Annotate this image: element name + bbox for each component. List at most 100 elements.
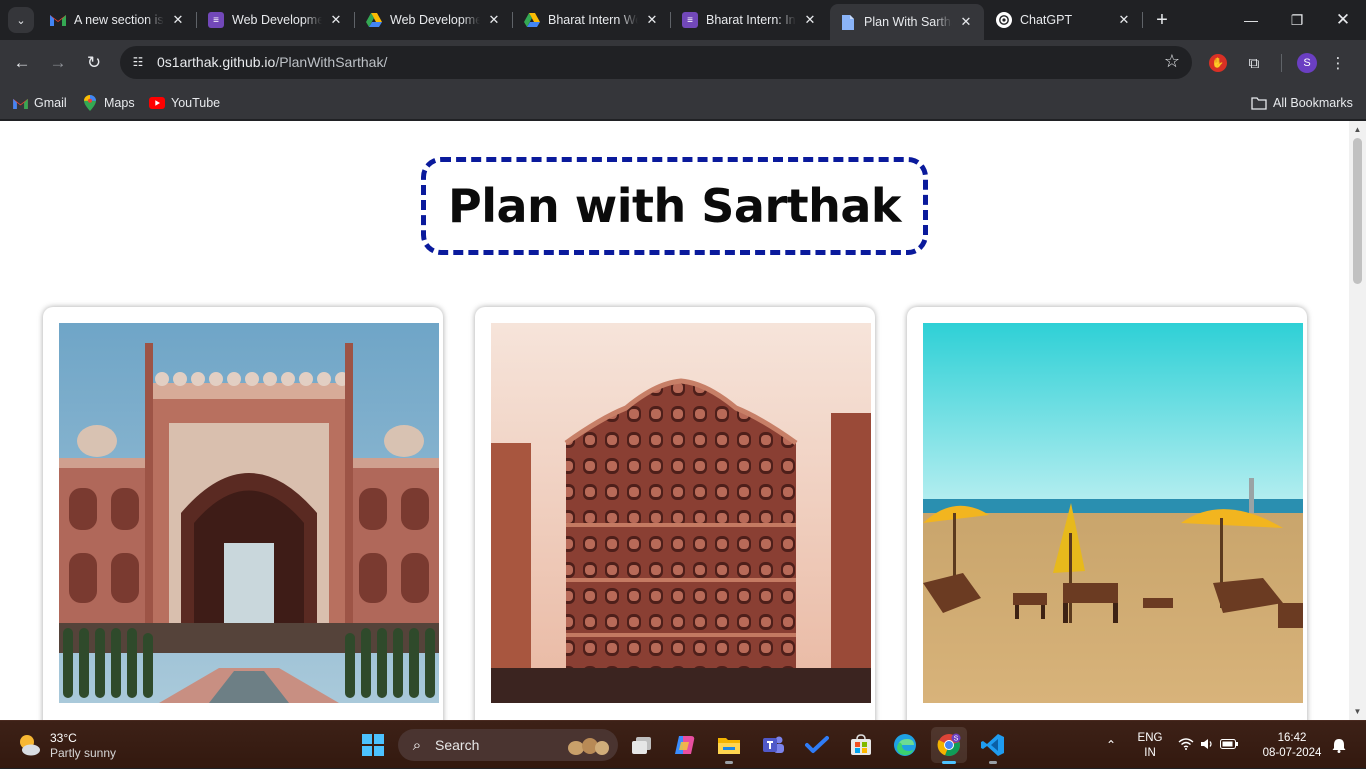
- address-url[interactable]: 0s1arthak.github.io/PlanWithSarthak/: [157, 54, 387, 70]
- browser-toolbar: ← → ↻ ☷ 0s1arthak.github.io/PlanWithSart…: [0, 40, 1366, 86]
- edge-icon: [894, 734, 916, 756]
- weather-widget[interactable]: 33°C Partly sunny: [16, 729, 166, 763]
- extensions-menu-button[interactable]: ⧉: [1241, 50, 1267, 76]
- back-button[interactable]: ←: [7, 48, 37, 78]
- avatar: S: [1297, 53, 1317, 73]
- folder-icon: [1251, 95, 1267, 111]
- gmail-icon: [50, 12, 66, 28]
- page-title: Plan with Sarthak: [447, 179, 902, 233]
- scroll-up-icon[interactable]: ▲: [1349, 121, 1366, 138]
- tab-bharat-intern-drive[interactable]: Bharat Intern We ✕: [514, 4, 670, 36]
- hawa-mahal-photo: [491, 323, 871, 703]
- chevron-up-icon: ⌃: [1105, 738, 1117, 752]
- windows-taskbar: 33°C Partly sunny ⌕ Search S ⌃ ENG IN 16…: [0, 720, 1366, 768]
- clock-time: 16:42: [1277, 732, 1307, 744]
- extension-button[interactable]: ✋: [1205, 50, 1231, 76]
- destination-card[interactable]: [475, 307, 875, 720]
- tab-title: Plan With Sartha: [864, 15, 952, 29]
- restore-icon: ❐: [1290, 11, 1304, 28]
- bookmark-youtube[interactable]: YouTube: [149, 93, 220, 113]
- copilot-button[interactable]: [667, 727, 703, 763]
- task-view-button[interactable]: [624, 727, 660, 763]
- language-indicator[interactable]: ENG IN: [1134, 731, 1166, 761]
- new-tab-button[interactable]: +: [1150, 8, 1174, 32]
- notifications-button[interactable]: [1328, 721, 1350, 769]
- bookmark-maps[interactable]: Maps: [82, 93, 135, 113]
- beach-umbrellas-photo: [923, 323, 1303, 703]
- quick-settings-button[interactable]: [1178, 721, 1238, 769]
- forms-icon: ≡: [682, 12, 698, 28]
- close-icon[interactable]: ✕: [328, 12, 344, 28]
- tab-title: Web Developme: [390, 13, 480, 27]
- tab-plan-with-sarthak[interactable]: Plan With Sartha ✕: [830, 4, 984, 40]
- search-highlight-icon: [568, 738, 609, 755]
- close-icon[interactable]: ✕: [802, 12, 818, 28]
- close-icon[interactable]: ✕: [170, 12, 186, 28]
- drive-icon: [524, 12, 540, 28]
- start-button[interactable]: [355, 727, 391, 763]
- tab-title: A new section is: [74, 13, 164, 27]
- profile-button[interactable]: S: [1294, 50, 1320, 76]
- tab-strip: ⌄ A new section is ✕ ≡ Web Developme ✕ W…: [0, 0, 1366, 40]
- browser-menu-button[interactable]: ⋮: [1325, 50, 1351, 76]
- chatgpt-icon: [996, 12, 1012, 28]
- edge-button[interactable]: [887, 727, 923, 763]
- tab-gmail[interactable]: A new section is ✕: [40, 4, 196, 36]
- search-icon: ⌕: [412, 736, 422, 754]
- volume-icon: [1200, 738, 1214, 753]
- destination-card[interactable]: [907, 307, 1307, 720]
- scroll-down-icon[interactable]: ▼: [1349, 703, 1366, 720]
- scrollbar-thumb[interactable]: [1353, 138, 1362, 284]
- drive-icon: [366, 12, 382, 28]
- store-icon: [851, 734, 871, 755]
- address-bar[interactable]: ☷ 0s1arthak.github.io/PlanWithSarthak/ ☆: [120, 46, 1192, 79]
- tab-chatgpt[interactable]: ChatGPT ✕: [986, 4, 1142, 36]
- forward-button[interactable]: →: [43, 48, 73, 78]
- tab-web-development-drive[interactable]: Web Developme ✕: [356, 4, 512, 36]
- destination-card[interactable]: [43, 307, 443, 720]
- chevron-down-icon: ⌄: [16, 14, 26, 27]
- forward-arrow-icon: →: [49, 53, 67, 72]
- minimize-button[interactable]: —: [1228, 0, 1274, 40]
- bookmark-label: Gmail: [34, 96, 67, 110]
- all-bookmarks-button[interactable]: All Bookmarks: [1251, 93, 1353, 113]
- file-explorer-button[interactable]: [711, 727, 747, 764]
- taskbar-search[interactable]: ⌕ Search: [398, 729, 618, 761]
- teams-icon: [763, 736, 784, 753]
- close-window-button[interactable]: ✕: [1320, 0, 1366, 40]
- bookmark-star-icon[interactable]: ☆: [1164, 51, 1180, 72]
- close-icon[interactable]: ✕: [644, 12, 660, 28]
- reload-icon: ↻: [86, 53, 102, 72]
- doc-icon: [840, 14, 856, 30]
- page-scrollbar[interactable]: ▲ ▼: [1349, 121, 1366, 720]
- bell-icon: [1332, 738, 1346, 753]
- site-info-icon[interactable]: ☷: [130, 54, 146, 70]
- vscode-button[interactable]: [975, 727, 1011, 764]
- tab-search-button[interactable]: ⌄: [8, 7, 34, 33]
- system-clock[interactable]: 16:42 08-07-2024: [1256, 731, 1328, 761]
- tab-web-development-form[interactable]: ≡ Web Developme ✕: [198, 4, 354, 36]
- close-icon[interactable]: ✕: [486, 12, 502, 28]
- clock-date: 08-07-2024: [1262, 747, 1322, 759]
- close-icon[interactable]: ✕: [958, 14, 974, 30]
- search-label: Search: [435, 737, 480, 753]
- page-viewport: Plan with Sarthak: [0, 121, 1349, 720]
- page-title-box: Plan with Sarthak: [421, 157, 928, 255]
- copilot-icon: [675, 736, 695, 754]
- reload-button[interactable]: ↻: [79, 48, 109, 78]
- teams-button[interactable]: [755, 727, 791, 763]
- todo-button[interactable]: [799, 727, 835, 763]
- store-button[interactable]: [843, 727, 879, 763]
- chrome-button[interactable]: S: [931, 727, 967, 764]
- close-icon: ✕: [1335, 10, 1351, 29]
- show-hidden-icons-button[interactable]: ⌃: [1100, 721, 1122, 769]
- forms-icon: ≡: [208, 12, 224, 28]
- todo-icon: [805, 736, 829, 753]
- close-icon[interactable]: ✕: [1116, 12, 1132, 28]
- restore-button[interactable]: ❐: [1274, 0, 1320, 40]
- taj-mahal-gate-photo: [59, 323, 439, 703]
- bookmark-gmail[interactable]: Gmail: [12, 93, 67, 113]
- plus-icon: +: [1156, 8, 1168, 31]
- minimize-icon: —: [1244, 12, 1258, 28]
- tab-bharat-intern-form[interactable]: ≡ Bharat Intern: Int ✕: [672, 4, 828, 36]
